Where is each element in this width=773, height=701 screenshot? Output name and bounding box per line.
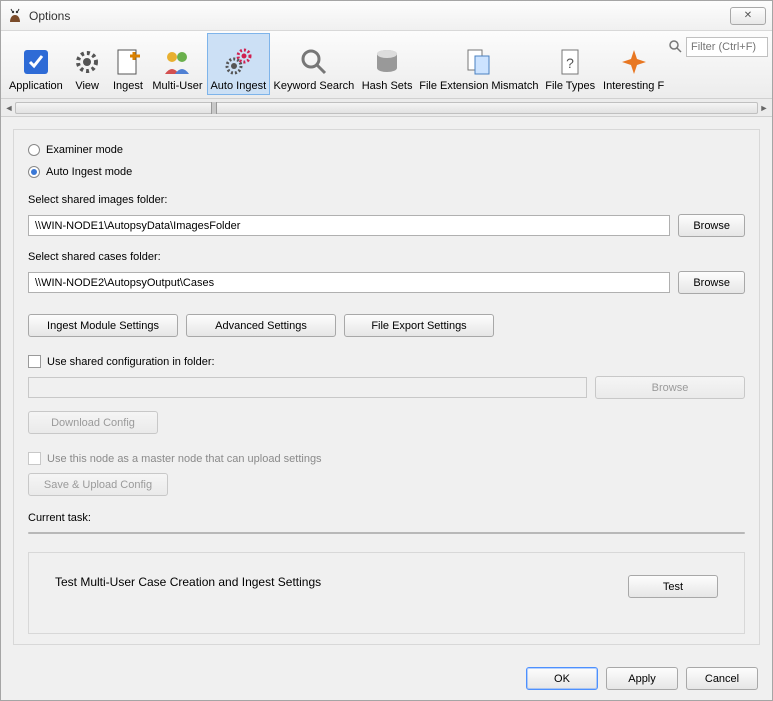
- cancel-button[interactable]: Cancel: [686, 667, 758, 690]
- titlebar: Options ✕: [1, 1, 772, 31]
- file-question-icon: ?: [554, 46, 586, 78]
- browse-cases-button[interactable]: Browse: [678, 271, 745, 294]
- ingest-icon: [112, 46, 144, 78]
- scroll-track[interactable]: [15, 102, 758, 114]
- tab-keyword-search[interactable]: Keyword Search: [270, 33, 358, 95]
- tab-ingest[interactable]: Ingest: [108, 33, 149, 95]
- app-icon: [7, 8, 23, 24]
- options-window: Options ✕ Application View Ingest Multi-…: [0, 0, 773, 701]
- ok-button[interactable]: OK: [526, 667, 598, 690]
- dialog-footer: OK Apply Cancel: [1, 657, 772, 700]
- radio-label: Auto Ingest mode: [46, 166, 132, 178]
- current-task-label: Current task:: [28, 512, 745, 524]
- filter-wrap: [668, 33, 768, 57]
- application-icon: [20, 46, 52, 78]
- window-title: Options: [29, 9, 70, 23]
- radio-icon: [28, 144, 40, 156]
- close-icon: ✕: [744, 10, 752, 21]
- shared-config-folder-input: [28, 377, 587, 398]
- tab-label: Ingest: [113, 80, 143, 92]
- tab-file-ext-mismatch[interactable]: File Extension Mismatch: [417, 33, 542, 95]
- master-node-checkbox: Use this node as a master node that can …: [28, 452, 745, 465]
- advanced-settings-button[interactable]: Advanced Settings: [186, 314, 336, 337]
- file-mismatch-icon: [463, 46, 495, 78]
- tab-label: File Types: [545, 80, 595, 92]
- checkbox-label: Use this node as a master node that can …: [47, 453, 322, 465]
- tab-interesting-files[interactable]: Interesting F: [599, 33, 668, 95]
- tab-label: View: [75, 80, 99, 92]
- search-icon: [298, 46, 330, 78]
- gear-icon: [71, 46, 103, 78]
- tab-label: Hash Sets: [362, 80, 413, 92]
- images-folder-input[interactable]: [28, 215, 670, 236]
- auto-ingest-mode-radio[interactable]: Auto Ingest mode: [28, 166, 745, 178]
- tab-label: Interesting F: [603, 80, 664, 92]
- save-upload-config-button: Save & Upload Config: [28, 473, 168, 496]
- use-shared-config-checkbox[interactable]: Use shared configuration in folder:: [28, 355, 745, 368]
- cases-folder-input[interactable]: [28, 272, 670, 293]
- tab-application[interactable]: Application: [5, 33, 67, 95]
- file-export-settings-button[interactable]: File Export Settings: [344, 314, 494, 337]
- checkbox-label: Use shared configuration in folder:: [47, 356, 215, 368]
- test-description: Test Multi-User Case Creation and Ingest…: [55, 575, 321, 589]
- radio-label: Examiner mode: [46, 144, 123, 156]
- svg-text:?: ?: [566, 55, 574, 71]
- auto-ingest-icon: [222, 46, 254, 78]
- examiner-mode-radio[interactable]: Examiner mode: [28, 144, 745, 156]
- test-section: Test Multi-User Case Creation and Ingest…: [28, 552, 745, 634]
- radio-icon: [28, 166, 40, 178]
- cases-folder-label: Select shared cases folder:: [28, 251, 745, 263]
- database-icon: [371, 46, 403, 78]
- scroll-thumb[interactable]: [211, 102, 217, 114]
- tab-label: Multi-User: [152, 80, 202, 92]
- tab-scrollbar[interactable]: ◄ ►: [1, 99, 772, 117]
- scroll-left-icon[interactable]: ◄: [3, 103, 15, 113]
- tab-view[interactable]: View: [67, 33, 108, 95]
- tab-label: Auto Ingest: [210, 80, 266, 92]
- browse-images-button[interactable]: Browse: [678, 214, 745, 237]
- close-button[interactable]: ✕: [730, 7, 766, 25]
- tab-multi-user[interactable]: Multi-User: [148, 33, 206, 95]
- auto-ingest-panel: Examiner mode Auto Ingest mode Select sh…: [13, 129, 760, 645]
- download-config-button: Download Config: [28, 411, 158, 434]
- test-button[interactable]: Test: [628, 575, 718, 598]
- tab-label: Application: [9, 80, 63, 92]
- ingest-module-settings-button[interactable]: Ingest Module Settings: [28, 314, 178, 337]
- filter-input[interactable]: [686, 37, 768, 57]
- users-icon: [161, 46, 193, 78]
- options-tabs: Application View Ingest Multi-User Auto …: [1, 31, 772, 99]
- checkbox-icon: [28, 355, 41, 368]
- tab-hash-sets[interactable]: Hash Sets: [358, 33, 417, 95]
- tab-auto-ingest[interactable]: Auto Ingest: [207, 33, 271, 95]
- browse-shared-config-button: Browse: [595, 376, 745, 399]
- tab-label: File Extension Mismatch: [419, 80, 538, 92]
- tab-file-types[interactable]: ? File Types: [541, 33, 599, 95]
- star-icon: [618, 46, 650, 78]
- scroll-right-icon[interactable]: ►: [758, 103, 770, 113]
- images-folder-label: Select shared images folder:: [28, 194, 745, 206]
- search-small-icon: [668, 39, 682, 56]
- current-task-progress: [28, 532, 745, 534]
- checkbox-icon: [28, 452, 41, 465]
- tab-label: Keyword Search: [274, 80, 355, 92]
- apply-button[interactable]: Apply: [606, 667, 678, 690]
